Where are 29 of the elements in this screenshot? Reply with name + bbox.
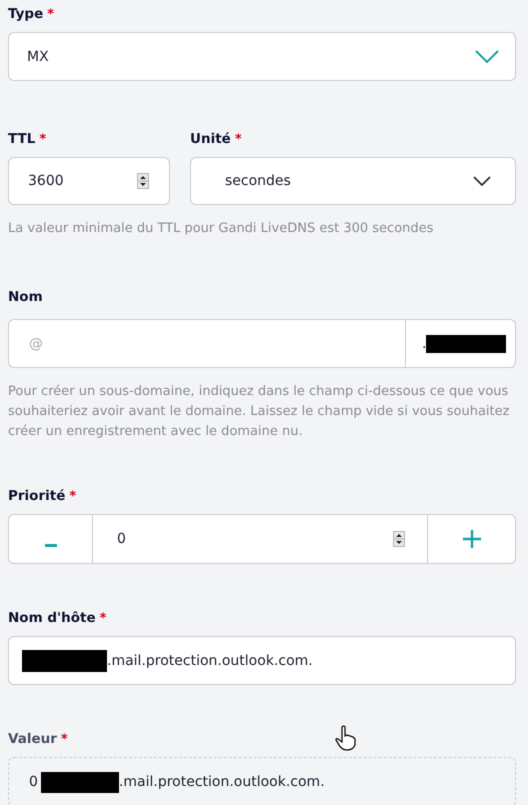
help-text: Pour créer un sous-domaine, indiquez dans le champ ci-dessous ce que vous souhaiteriez avoir avant le domaine. Laissez le champ vide si vous souhaitez créer un enregistrement avec le domaine nu.: [8, 383, 510, 441]
hand-cursor-icon: [334, 725, 358, 751]
field-label: Priorité: [8, 488, 66, 504]
required-mark: *: [39, 132, 46, 147]
hint-text: La valeur minimale du TTL pour Gandi LiveDNS est 300 secondes: [8, 220, 434, 238]
field-label: TTL: [8, 131, 36, 147]
field-label: Type: [8, 6, 44, 22]
ttl-input[interactable]: 3600: [8, 157, 170, 205]
value-display: 0 .mail.protection.outlook.com.: [8, 757, 516, 805]
required-mark: *: [234, 132, 242, 147]
chevron-down-icon: [473, 176, 491, 186]
field-label: Nom d'hôte: [8, 610, 96, 626]
spinner-icon[interactable]: [393, 531, 405, 547]
domain-suffix: .: [406, 319, 516, 368]
spinner-icon[interactable]: [137, 173, 149, 189]
required-mark: *: [69, 489, 76, 504]
minus-icon: [44, 544, 56, 546]
field-label: Nom: [8, 289, 43, 305]
plus-icon: [462, 530, 480, 548]
required-mark: *: [47, 7, 54, 22]
chevron-down-icon: [475, 50, 499, 64]
unit-select[interactable]: secondes: [190, 157, 516, 205]
hostname-input[interactable]: .mail.protection.outlook.com.: [8, 636, 516, 685]
required-mark: *: [60, 732, 68, 747]
type-select[interactable]: MX: [8, 32, 516, 81]
field-label: Unité: [190, 131, 231, 147]
priority-input[interactable]: 0: [93, 514, 427, 564]
field-label: Valeur: [8, 731, 57, 747]
required-mark: *: [100, 611, 106, 626]
